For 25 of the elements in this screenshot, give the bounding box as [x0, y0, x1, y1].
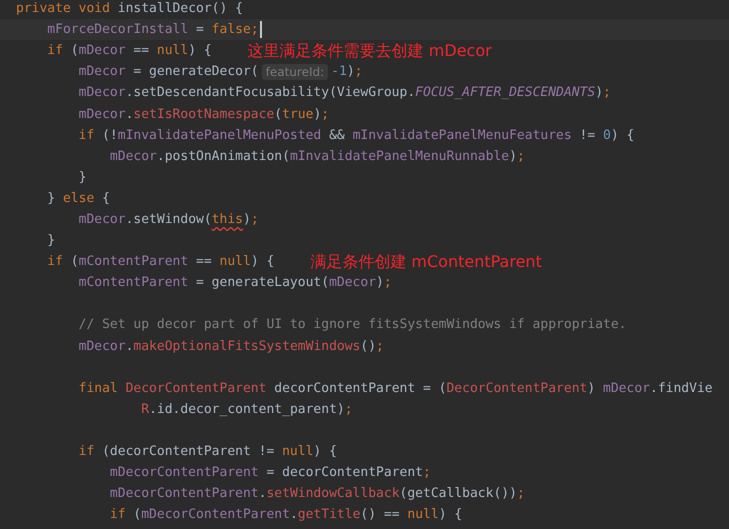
code-line: mDecor.setDescendantFocusability(ViewGroup.FOCUS_AFTER_DESCENDANTS); [78, 84, 611, 102]
code-line: if (!mInvalidatePanelMenuPosted && mInvalidatePanelMenuFeatures != 0) { [78, 126, 634, 145]
text-cursor [260, 21, 262, 38]
code-line: if (mContentParent == null) { [46, 253, 274, 272]
code-line: mDecor.setIsRootNamespace(true); [78, 106, 330, 124]
code-line: mDecorContentParent = decorContentParent; [108, 464, 431, 482]
code-line: final DecorContentParent decorContentParent = (DecorContentParent) mDecor.findVie [78, 380, 713, 398]
code-line: if (decorContentParent != null) { [78, 443, 337, 462]
code-line: mForceDecorInstall = false; [46, 21, 259, 40]
code-line: mDecor.makeOptionalFitsSystemWindows(); [78, 338, 384, 356]
code-line: } [78, 168, 86, 187]
code-line: mContentParent = generateLayout(mDecor); [78, 274, 392, 292]
code-line: mDecor.setWindow(this); [78, 210, 259, 229]
code-line: R.id.decor_content_parent); [140, 400, 353, 419]
code-comment: // Set up decor part of UI to ignore fitsSystemWindows if appropriate. [78, 316, 626, 334]
code-line: } [46, 232, 56, 250]
annotation-text: 这里满足条件需要去创建 mDecor [248, 40, 492, 62]
code-line: mDecor = generateDecor( featureId: -1); [78, 62, 362, 82]
code-line: if (mDecor == null) { [46, 42, 212, 60]
code-line: mDecor.postOnAnimation(mInvalidatePanelMenuRunnable); [108, 148, 525, 166]
annotation-text: 满足条件创建 mContentParent [310, 251, 542, 272]
code-line: private void installDecor() { [16, 0, 243, 18]
code-line: mDecorContentParent.setWindowCallback(getCallback()); [108, 485, 525, 504]
code-line: if (mDecorContentParent.getTitle() == null) { [108, 506, 462, 524]
code-line: } else { [46, 190, 110, 208]
